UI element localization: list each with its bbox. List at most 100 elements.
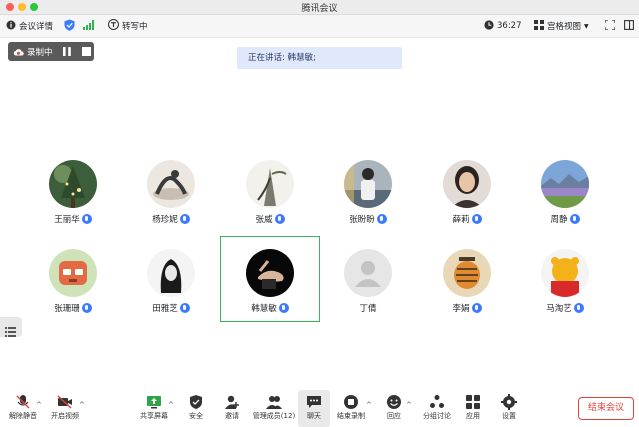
meeting-details-label: 会议详情 (19, 22, 54, 32)
end-meeting-button[interactable]: 结束会议 (578, 397, 634, 420)
microphone-icon (573, 303, 584, 313)
layout-icon (624, 19, 634, 33)
participant-name: 丁倩 (359, 304, 377, 314)
participant-tile[interactable]: 李娟 (418, 237, 516, 321)
reactions-options-chevron[interactable]: ^ (406, 401, 412, 409)
chat-icon (307, 396, 321, 408)
avatar (541, 160, 589, 208)
participant-name: 杨珍妮 (122, 213, 220, 225)
avatar (147, 160, 195, 208)
participant-tile[interactable]: 张珊珊 (24, 237, 122, 321)
participant-name: 李娟 (418, 302, 516, 314)
security-status[interactable] (64, 15, 75, 37)
participant-name: 田雅芝 (122, 302, 220, 314)
chat-button[interactable]: 聊天 (298, 390, 330, 427)
participant-tile[interactable]: 杨珍妮 (122, 148, 220, 232)
microphone-icon (179, 214, 190, 224)
chat-label: 聊天 (307, 412, 321, 420)
participant-tile[interactable]: 薛莉 (418, 148, 516, 232)
transcribe-button[interactable]: 转写中 (107, 15, 148, 37)
member-list-toggle[interactable] (0, 317, 22, 337)
chevron-down-icon: ▼ (584, 22, 589, 30)
video-options-chevron[interactable]: ^ (79, 401, 85, 409)
share-screen-label: 共享屏幕 (140, 412, 168, 420)
manage-members-button[interactable]: 管理成员(12) (251, 390, 297, 427)
participant-name: 张威 (221, 213, 319, 225)
avatar (443, 249, 491, 297)
microphone-icon (471, 303, 482, 313)
breakout-icon (430, 395, 444, 408)
info-icon (6, 20, 16, 33)
avatar (344, 160, 392, 208)
microphone-icon (81, 214, 92, 224)
invite-label: 邀请 (225, 412, 239, 420)
microphone-icon (179, 303, 190, 313)
gear-icon (501, 394, 517, 410)
recording-widget: 录制中 (8, 42, 94, 61)
shield-icon (190, 395, 202, 409)
participant-name: 张盼盼 (319, 213, 417, 225)
participant-tile[interactable]: 王丽华 (24, 148, 122, 232)
layout-button[interactable] (624, 15, 634, 37)
shield-check-icon (64, 19, 75, 34)
title-bar: 腾讯会议 (0, 0, 639, 15)
settings-label: 设置 (502, 412, 516, 420)
stop-record-icon (344, 395, 358, 409)
pause-recording-button[interactable] (62, 47, 71, 56)
signal-icon (83, 19, 94, 33)
microphone-icon (274, 214, 285, 224)
clock-icon (484, 19, 494, 33)
participant-tile[interactable]: 田雅芝 (122, 237, 220, 321)
microphone-icon (471, 214, 482, 224)
participant-name: 王丽华 (24, 213, 122, 225)
smile-icon (387, 395, 401, 409)
stop-recording-button[interactable] (81, 47, 91, 56)
start-video-label: 开启视频 (51, 412, 79, 420)
meeting-toolbar: 解除静音 ^ 开启视频 ^ 共享屏幕 ^ 安全 邀请 管理成员(12) 聊天 结… (0, 390, 639, 427)
participant-tile[interactable]: 张盼盼 (319, 148, 417, 232)
microphone-muted-icon (16, 395, 30, 409)
audio-options-chevron[interactable]: ^ (36, 401, 42, 409)
participant-tile[interactable]: 张威 (221, 148, 319, 232)
camera-off-icon (57, 395, 72, 409)
avatar (541, 249, 589, 297)
participant-tile-active-speaker[interactable]: 韩慧敏 (220, 236, 320, 322)
meeting-details-button[interactable]: 会议详情 (6, 15, 53, 37)
apps-icon (466, 395, 480, 409)
transcribe-icon (107, 18, 120, 33)
participant-name: 周静 (516, 213, 614, 225)
participant-name: 薛莉 (418, 213, 516, 225)
info-bar: 会议详情 转写中 36:27 宫格视图 ▼ (0, 15, 639, 38)
speaking-indicator: 正在讲话: 韩慧敏; (237, 47, 402, 69)
list-icon (5, 322, 16, 341)
meeting-timer: 36:27 (484, 15, 522, 37)
microphone-icon (278, 303, 289, 313)
share-screen-icon (147, 396, 161, 409)
participant-tile[interactable]: 周静 (516, 148, 614, 232)
window-title: 腾讯会议 (301, 4, 338, 14)
participant-tile[interactable]: 丁倩 (319, 237, 417, 321)
transcribe-label: 转写中 (122, 22, 148, 32)
settings-button[interactable]: 设置 (486, 390, 532, 427)
avatar (344, 249, 392, 297)
participant-tile[interactable]: 马淘艺 (516, 237, 614, 321)
avatar (246, 160, 294, 208)
cloud-record-icon (13, 48, 24, 56)
manage-members-label: 管理成员(12) (252, 412, 296, 420)
participant-name: 马淘艺 (516, 302, 614, 314)
avatar (147, 249, 195, 297)
end-recording-label: 结束录制 (337, 412, 365, 420)
reactions-label: 回应 (387, 412, 401, 420)
microphone-icon (376, 214, 387, 224)
view-mode-dropdown[interactable]: 宫格视图 ▼ (534, 15, 589, 37)
invite-button[interactable]: 邀请 (209, 390, 255, 427)
avatar (49, 160, 97, 208)
fullscreen-button[interactable] (604, 15, 616, 37)
participant-name: 张珊珊 (24, 302, 122, 314)
microphone-icon (569, 214, 580, 224)
network-status[interactable] (83, 15, 94, 37)
participant-name: 韩慧敏 (221, 302, 319, 314)
avatar (443, 160, 491, 208)
avatar (246, 249, 294, 297)
timer-value: 36:27 (497, 21, 522, 31)
